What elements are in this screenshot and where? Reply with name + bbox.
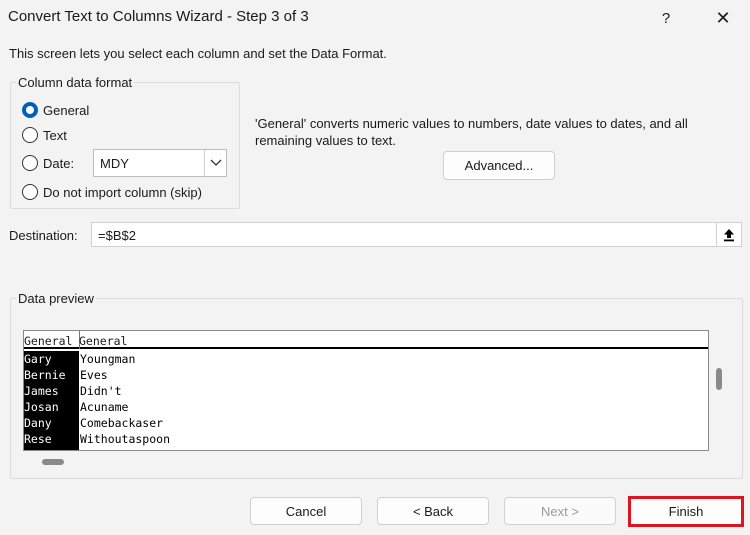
vertical-scrollbar[interactable] <box>716 368 722 390</box>
collapse-dialog-icon[interactable] <box>716 223 741 246</box>
close-icon[interactable]: ✕ <box>700 0 746 36</box>
radio-text[interactable]: Text <box>22 125 67 145</box>
destination-value: =$B$2 <box>98 228 136 243</box>
horizontal-scrollbar[interactable] <box>42 459 64 465</box>
title-bar: Convert Text to Columns Wizard - Step 3 … <box>0 0 750 36</box>
date-format-value: MDY <box>100 156 129 171</box>
chevron-down-icon[interactable] <box>204 150 226 176</box>
radio-skip[interactable]: Do not import column (skip) <box>22 182 202 202</box>
preview-cell[interactable]: Bernie <box>24 367 66 383</box>
preview-cell[interactable]: Eves <box>80 367 108 383</box>
cancel-button[interactable]: Cancel <box>250 497 362 525</box>
advanced-button[interactable]: Advanced... <box>443 151 555 180</box>
window-title: Convert Text to Columns Wizard - Step 3 … <box>8 8 309 25</box>
preview-cell[interactable]: Josan <box>24 399 59 415</box>
preview-column-header[interactable]: General <box>79 334 127 348</box>
preview-cell[interactable]: Youngman <box>80 351 135 367</box>
radio-general-indicator[interactable] <box>22 102 38 118</box>
preview-cell[interactable]: Rese <box>24 431 52 447</box>
radio-skip-indicator[interactable] <box>22 184 38 200</box>
back-button[interactable]: < Back <box>377 497 489 525</box>
destination-input[interactable]: =$B$2 <box>91 222 742 247</box>
radio-text-indicator[interactable] <box>22 127 38 143</box>
preview-cell[interactable]: Dany <box>24 415 52 431</box>
radio-general[interactable]: General <box>22 100 89 120</box>
radio-date-label: Date: <box>43 155 75 171</box>
data-preview-table[interactable]: General General Gary Youngman Bernie Eve… <box>23 330 709 451</box>
radio-general-label: General <box>43 102 90 118</box>
finish-button[interactable]: Finish <box>628 496 744 527</box>
preview-cell[interactable]: James <box>24 383 59 399</box>
destination-label: Destination: <box>9 228 78 243</box>
preview-cell[interactable]: Gary <box>24 351 52 367</box>
preview-cell[interactable]: Acuname <box>80 399 128 415</box>
format-description: 'General' converts numeric values to num… <box>255 116 688 148</box>
date-format-select[interactable]: MDY <box>93 149 227 177</box>
preview-cell[interactable]: Didn't <box>80 383 122 399</box>
radio-text-label: Text <box>43 127 67 143</box>
preview-cell[interactable]: Comebackaser <box>80 415 163 431</box>
intro-text: This screen lets you select each column … <box>9 46 387 61</box>
column-format-label: Column data format <box>16 75 135 90</box>
next-button[interactable]: Next > <box>504 497 616 525</box>
radio-date-indicator[interactable] <box>22 155 38 171</box>
radio-skip-label: Do not import column (skip) <box>43 184 202 200</box>
help-icon[interactable]: ? <box>643 0 689 36</box>
preview-header-row: General General <box>24 331 708 349</box>
data-preview-label: Data preview <box>16 291 96 306</box>
preview-cell[interactable]: Withoutaspoon <box>80 431 170 447</box>
preview-column-header[interactable]: General <box>24 334 79 349</box>
radio-date[interactable]: Date: <box>22 153 74 173</box>
